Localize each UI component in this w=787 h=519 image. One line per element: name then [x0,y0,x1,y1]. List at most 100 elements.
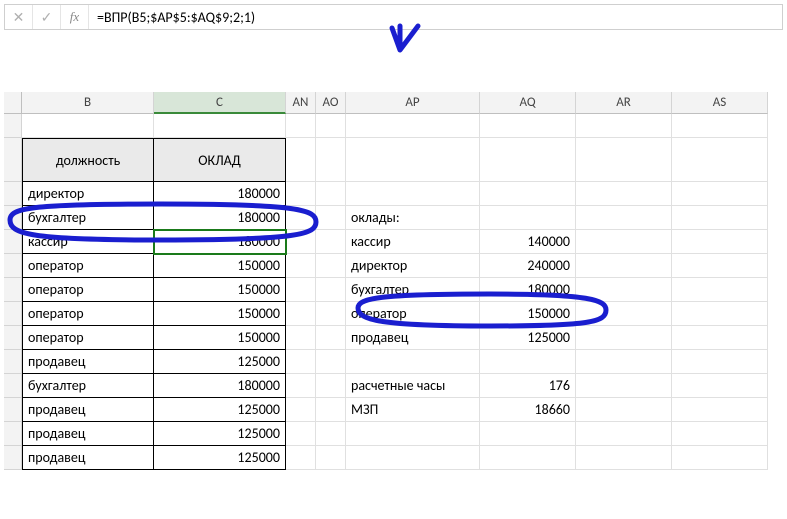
cell[interactable] [576,302,672,326]
col-header-AN[interactable]: AN [286,92,316,114]
cell-salary[interactable]: 150000 [154,302,286,326]
cell[interactable] [286,254,316,278]
right-sal[interactable]: 240000 [480,254,576,278]
cell[interactable] [576,230,672,254]
active-cell[interactable]: 180000 [154,230,286,254]
cell[interactable] [480,138,576,182]
cell[interactable] [576,350,672,374]
cell[interactable] [576,182,672,206]
cell[interactable] [286,206,316,230]
cell[interactable] [480,422,576,446]
select-all-corner[interactable] [4,92,22,114]
cell[interactable] [576,326,672,350]
cell[interactable] [316,254,346,278]
cell[interactable] [346,138,480,182]
cell[interactable] [672,398,768,422]
cell[interactable] [316,302,346,326]
formula-input[interactable]: =ВПР(B5;$AP$5:$AQ$9;2;1) [89,9,782,26]
cell[interactable] [672,422,768,446]
mzp-value[interactable]: 18660 [480,398,576,422]
cell[interactable] [316,422,346,446]
row-header[interactable] [4,254,22,278]
cell[interactable] [346,446,480,470]
row-header[interactable] [4,422,22,446]
cell[interactable] [576,446,672,470]
cell-salary[interactable]: 150000 [154,254,286,278]
row-header[interactable] [4,302,22,326]
right-pos[interactable]: оператор [346,302,480,326]
right-sal[interactable]: 140000 [480,230,576,254]
cell[interactable] [286,138,316,182]
cell[interactable] [480,206,576,230]
cell-salary[interactable]: 180000 [154,206,286,230]
hours-label[interactable]: расчетные часы [346,374,480,398]
cell-salary[interactable]: 125000 [154,350,286,374]
cell[interactable] [346,422,480,446]
cell[interactable] [286,230,316,254]
cell[interactable] [286,374,316,398]
row-header[interactable] [4,230,22,254]
cell-position[interactable]: бухгалтер [22,374,154,398]
cell-salary[interactable]: 180000 [154,374,286,398]
cell[interactable] [316,114,346,138]
cell[interactable] [480,350,576,374]
row-header[interactable] [4,446,22,470]
cell[interactable] [286,350,316,374]
cell[interactable] [346,114,480,138]
col-header-AS[interactable]: AS [672,92,768,114]
cell[interactable] [672,446,768,470]
cell[interactable] [672,302,768,326]
cell-salary[interactable]: 180000 [154,182,286,206]
cell[interactable] [316,326,346,350]
cell-position[interactable]: продавец [22,350,154,374]
col-header-B[interactable]: B [22,92,154,114]
row-header[interactable] [4,326,22,350]
cell-salary[interactable]: 150000 [154,278,286,302]
cell[interactable] [672,114,768,138]
cell[interactable] [576,138,672,182]
row-header[interactable] [4,114,22,138]
right-pos[interactable]: бухгалтер [346,278,480,302]
cell[interactable] [672,326,768,350]
row-header[interactable] [4,374,22,398]
cell-salary[interactable]: 125000 [154,398,286,422]
right-sal[interactable]: 125000 [480,326,576,350]
cell-position[interactable]: оператор [22,326,154,350]
cell[interactable] [672,230,768,254]
cell[interactable] [316,138,346,182]
mzp-label[interactable]: МЗП [346,398,480,422]
col-header-AR[interactable]: AR [576,92,672,114]
cell[interactable] [316,446,346,470]
cell[interactable] [672,254,768,278]
cell[interactable] [316,206,346,230]
cell-position[interactable]: оператор [22,302,154,326]
row-header[interactable] [4,138,22,182]
right-pos[interactable]: продавец [346,326,480,350]
cell[interactable] [316,182,346,206]
cell-position[interactable]: кассир [22,230,154,254]
confirm-icon[interactable]: ✓ [33,5,61,29]
right-sal[interactable]: 180000 [480,278,576,302]
cell[interactable] [286,114,316,138]
cell[interactable] [480,114,576,138]
cell-salary[interactable]: 125000 [154,422,286,446]
right-pos[interactable]: директор [346,254,480,278]
cell[interactable] [286,326,316,350]
cancel-icon[interactable]: ✕ [5,5,33,29]
cell[interactable] [576,422,672,446]
cell[interactable] [286,302,316,326]
cell-position[interactable]: продавец [22,398,154,422]
cell[interactable] [316,398,346,422]
col-header-AP[interactable]: AP [346,92,480,114]
cell-salary[interactable]: 125000 [154,446,286,470]
cell[interactable] [286,446,316,470]
col-header-AQ[interactable]: AQ [480,92,576,114]
cell[interactable] [672,182,768,206]
cell[interactable] [576,278,672,302]
cell[interactable] [672,374,768,398]
cell[interactable] [346,182,480,206]
table-header-position[interactable]: должность [22,138,154,182]
cell[interactable] [316,374,346,398]
right-pos[interactable]: кассир [346,230,480,254]
cell[interactable] [286,398,316,422]
